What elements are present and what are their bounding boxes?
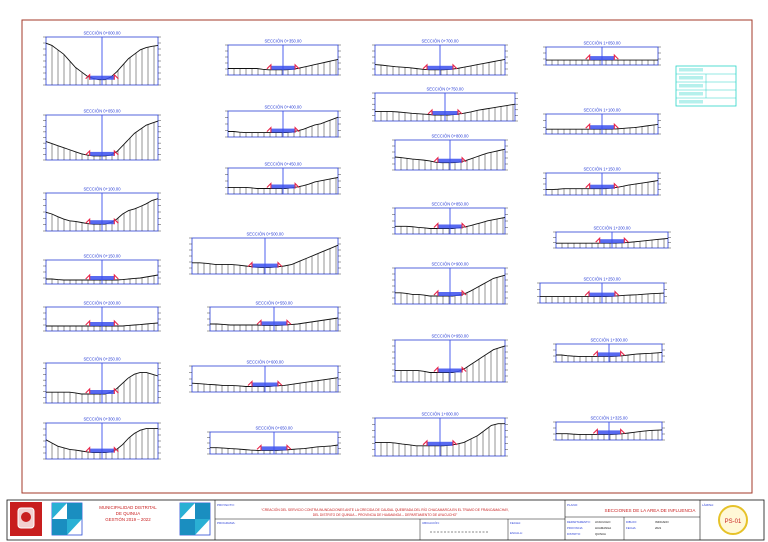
section-panel: SECCIÓN 0+950.00 xyxy=(392,334,508,383)
section-title: SECCIÓN 0+100.00 xyxy=(84,187,122,192)
meta-label: DEPARTAMENTO: xyxy=(567,520,591,524)
section-title: SECCIÓN 1+200.00 xyxy=(594,226,632,231)
legend-row xyxy=(679,92,703,96)
section-panel: SECCIÓN 0+300.00 xyxy=(43,417,161,460)
section-panel: SECCIÓN 0+250.00 xyxy=(43,357,161,404)
channel-fill xyxy=(270,65,296,70)
sheet-code: PS-01 xyxy=(725,519,742,525)
section-title: SECCIÓN 1+000.00 xyxy=(422,412,460,417)
drawing-sheet: SECCIÓN 0+000.00 SECCIÓN 0+050.00 SECCIÓN … xyxy=(0,0,768,542)
section-panel: SECCIÓN 0+500.00 xyxy=(189,232,341,275)
channel-fill xyxy=(589,125,615,130)
project-line-2: DEL DISTRITO DE QUINUA – PROVINCIA DE HU… xyxy=(313,513,458,517)
section-title: SECCIÓN 0+000.00 xyxy=(84,31,122,36)
channel-fill xyxy=(589,184,615,189)
title-block: MUNICIPALIDAD DISTRITAL DE QUINUA GESTIÓ… xyxy=(6,499,765,541)
channel-fill xyxy=(437,224,463,229)
legend-row xyxy=(679,68,703,72)
project-label: PROYECTO: xyxy=(217,503,235,507)
meta-label: PROVINCIA: xyxy=(567,526,583,530)
channel-fill xyxy=(261,321,287,326)
channel-fill xyxy=(437,292,463,296)
meta-label: FECHA: xyxy=(626,526,636,530)
section-title: SECCIÓN 0+900.00 xyxy=(432,262,470,267)
section-title: SECCIÓN 0+800.00 xyxy=(432,134,470,139)
section-title: SECCIÓN 0+300.00 xyxy=(84,417,122,422)
meta-value: HUAMANGA xyxy=(595,526,611,530)
channel-fill xyxy=(89,322,115,326)
management-period: GESTIÓN 2019 – 2022 xyxy=(105,517,151,522)
section-title: SECCIÓN 0+700.00 xyxy=(422,39,460,44)
section-panel: SECCIÓN 0+050.00 xyxy=(43,109,161,161)
emblem-left xyxy=(51,502,83,536)
section-title: SECCIÓN 0+450.00 xyxy=(265,162,303,167)
channel-fill xyxy=(437,158,463,163)
channel-fill xyxy=(89,390,115,394)
section-title: SECCIÓN 0+600.00 xyxy=(247,360,285,365)
channel-fill xyxy=(261,446,287,451)
plane-label: PLANO: xyxy=(567,503,578,507)
channel-fill xyxy=(427,441,453,446)
channel-fill xyxy=(252,263,278,268)
channel-fill xyxy=(589,292,615,297)
channel-fill xyxy=(89,151,115,156)
section-panel: SECCIÓN 1+000.00 xyxy=(372,412,508,457)
section-title: SECCIÓN 1+300.00 xyxy=(591,338,629,343)
channel-fill xyxy=(89,448,115,453)
section-title: SECCIÓN 1+150.00 xyxy=(584,167,622,172)
section-title: SECCIÓN 0+150.00 xyxy=(84,254,122,259)
section-title: SECCIÓN 0+200.00 xyxy=(84,301,122,306)
section-panel: SECCIÓN 0+900.00 xyxy=(392,262,508,305)
section-title: SECCIÓN 1+325.00 xyxy=(591,416,629,421)
section-title: SECCIÓN 0+050.00 xyxy=(84,109,122,114)
channel-fill xyxy=(89,75,115,80)
sheet-label: LÁMINA: xyxy=(702,503,714,507)
legend-row xyxy=(679,76,703,80)
meta-label: DIBUJO: xyxy=(626,520,637,524)
channel-fill xyxy=(427,65,453,70)
channel-fill xyxy=(437,368,463,373)
section-title: SECCIÓN 0+500.00 xyxy=(247,232,285,237)
date-label: FECHA: xyxy=(510,521,521,525)
plane-title: SECCIONES DE LA AREA DE INFLUENCIA xyxy=(605,508,697,513)
program-label: PROGRAMA: xyxy=(217,521,236,525)
section-title: SECCIÓN 0+650.00 xyxy=(256,426,294,431)
section-title: SECCIÓN 0+550.00 xyxy=(256,301,294,306)
channel-fill xyxy=(252,382,278,387)
meta-value: AYACUCHO xyxy=(595,520,611,524)
section-title: SECCIÓN 0+250.00 xyxy=(84,357,122,362)
section-title: SECCIÓN 1+250.00 xyxy=(584,277,622,282)
meta-label: DISTRITO: xyxy=(567,532,581,536)
section-title: SECCIÓN 0+750.00 xyxy=(427,87,465,92)
section-title: SECCIÓN 0+350.00 xyxy=(265,39,303,44)
section-title: SECCIÓN 0+850.00 xyxy=(432,202,470,207)
meta-value: INDICADO xyxy=(655,520,669,524)
channel-fill xyxy=(89,276,115,280)
meta-value: 2021 xyxy=(655,526,662,530)
legend-row xyxy=(679,84,703,88)
emblem-right xyxy=(179,502,211,536)
channel-fill xyxy=(599,239,625,244)
channel-fill xyxy=(89,220,115,225)
municipality-name-line1: MUNICIPALIDAD DISTRITAL xyxy=(99,505,157,510)
channel-fill xyxy=(270,128,296,133)
section-title: SECCIÓN 0+400.00 xyxy=(265,105,303,110)
project-line-1: “CREACIÓN DEL SERVICIO CONTRA INUNDACION… xyxy=(261,507,509,512)
meta-value: QUINUA xyxy=(595,532,606,536)
section-title: SECCIÓN 1+050.00 xyxy=(584,41,622,46)
legend-row xyxy=(679,100,703,104)
scale-label: ESCALA: xyxy=(510,531,523,535)
channel-fill xyxy=(270,184,296,189)
municipality-name-line2: DE QUINUA xyxy=(116,511,140,516)
channel-fill xyxy=(597,352,621,357)
channel-fill xyxy=(432,111,458,115)
section-title: SECCIÓN 1+100.00 xyxy=(584,108,622,113)
channel-fill xyxy=(597,430,621,435)
location-label: UBICACIÓN: xyxy=(422,520,440,525)
section-panel: SECCIÓN 0+000.00 xyxy=(43,31,161,86)
section-title: SECCIÓN 0+950.00 xyxy=(432,334,470,339)
channel-fill xyxy=(589,56,615,61)
section-panel: SECCIÓN 0+100.00 xyxy=(43,187,161,232)
